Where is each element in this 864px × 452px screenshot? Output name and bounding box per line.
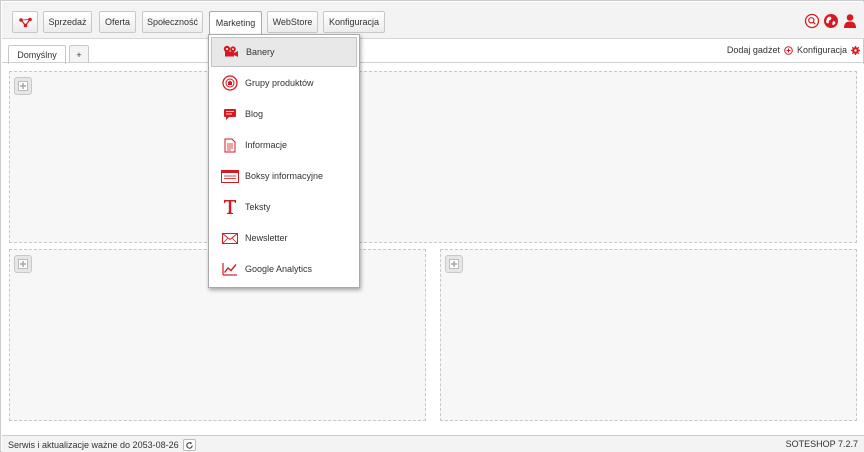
menu-item-grupy-produktow[interactable]: Grupy produktów (211, 68, 357, 98)
information-icon (220, 137, 240, 153)
nav-marketing[interactable]: Marketing (209, 11, 262, 35)
menu-item-label: Google Analytics (245, 264, 313, 274)
add-gadget-button[interactable] (445, 255, 463, 273)
menu-item-label: Boksy informacyjne (245, 171, 324, 181)
search-icon[interactable] (804, 13, 820, 29)
texts-icon (220, 199, 240, 215)
marketing-menu: Banery Grupy produktów Blog Informacje B… (208, 34, 360, 288)
analytics-icon (220, 261, 240, 277)
nav-konfiguracja[interactable]: Konfiguracja (323, 11, 385, 33)
dashboard-tabs: Domyślny + Dodaj gadżet Konfiguracja (2, 39, 864, 64)
license-text: Serwis i aktualizacje ważne do 2053-08-2… (8, 440, 179, 450)
menu-item-label: Banery (246, 47, 275, 57)
home-logo-button[interactable] (12, 11, 38, 33)
dashboard-area (2, 64, 864, 435)
menu-item-teksty[interactable]: Teksty (211, 192, 357, 222)
plus-icon (18, 81, 28, 91)
gadget-slot-bottom-right (440, 249, 857, 421)
top-right-icons (804, 13, 858, 29)
plus-icon (449, 259, 459, 269)
gadget-slot-top (9, 71, 857, 243)
menu-item-label: Blog (245, 109, 264, 119)
menu-item-label: Informacje (245, 140, 288, 150)
tabs-divider (2, 62, 864, 63)
plus-icon (18, 259, 28, 269)
version-text: SOTESHOP 7.2.7 (785, 439, 858, 449)
nav-sprzedaz[interactable]: Sprzedaż (43, 11, 92, 33)
tab-actions: Dodaj gadżet Konfiguracja (727, 45, 860, 55)
add-gadget-button[interactable] (14, 255, 32, 273)
menu-item-newsletter[interactable]: Newsletter (211, 223, 357, 253)
menu-item-blog[interactable]: Blog (211, 99, 357, 129)
product-groups-icon (220, 75, 240, 91)
app-window: Sprzedaż Oferta Społeczność Marketing We… (0, 0, 864, 452)
gear-icon[interactable] (851, 45, 860, 55)
menu-item-google-analytics[interactable]: Google Analytics (211, 254, 357, 284)
tab-add[interactable]: + (69, 45, 89, 63)
top-navbar: Sprzedaż Oferta Społeczność Marketing We… (2, 2, 864, 39)
blog-icon (220, 106, 240, 122)
config-link[interactable]: Konfiguracja (797, 45, 847, 55)
menu-item-label: Grupy produktów (245, 78, 314, 88)
status-footer: Serwis i aktualizacje ważne do 2053-08-2… (2, 435, 864, 452)
menu-item-label: Newsletter (245, 233, 288, 243)
menu-item-label: Teksty (245, 202, 271, 212)
add-gadget-button[interactable] (14, 77, 32, 95)
user-icon[interactable] (842, 13, 858, 29)
info-boxes-icon (220, 168, 240, 184)
nav-spolecznosc[interactable]: Społeczność (142, 11, 203, 33)
add-circle-icon (784, 45, 793, 55)
refresh-icon (185, 441, 193, 449)
add-gadget-link[interactable]: Dodaj gadżet (727, 45, 780, 55)
globe-icon[interactable] (823, 13, 839, 29)
refresh-button[interactable] (182, 439, 196, 451)
menu-item-informacje[interactable]: Informacje (211, 130, 357, 160)
banners-icon (221, 44, 241, 60)
menu-item-banery[interactable]: Banery (211, 37, 357, 67)
soteshop-logo-icon (18, 17, 32, 27)
nav-webstore[interactable]: WebStore (267, 11, 318, 33)
menu-item-boksy-informacyjne[interactable]: Boksy informacyjne (211, 161, 357, 191)
newsletter-icon (220, 230, 240, 246)
nav-oferta[interactable]: Oferta (99, 11, 136, 33)
